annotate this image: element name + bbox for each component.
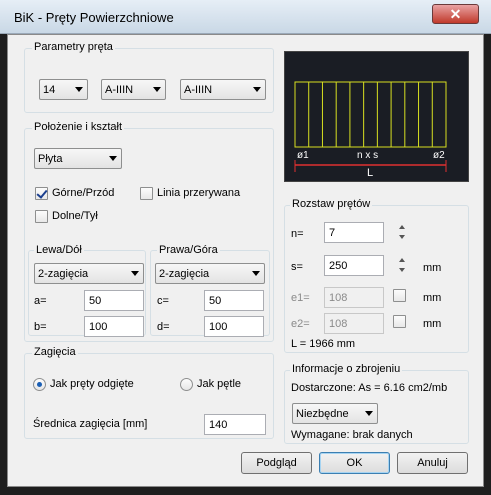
s-input[interactable]: 250 [324,255,384,276]
bend-as-bent-bars-label: Jak pręty odgięte [50,378,134,390]
chevron-down-icon [253,87,261,92]
window-title: BiK - Pręty Powierzchniowe [14,10,174,25]
s-unit: mm [423,262,442,274]
total-length: L = 1966 mm [291,338,356,350]
chevron-down-icon [252,271,260,276]
steel-grade-select-2[interactable]: A-IIIN [180,79,266,100]
e2-checkbox[interactable] [393,315,406,328]
e1-unit: mm [423,292,442,304]
top-front-label: Górne/Przód [52,187,115,199]
bar-params-label: Parametry pręta [32,41,115,53]
length-label: L [367,167,373,179]
steel-grade-value-2: A-IIIN [184,83,213,96]
left-bend-value: 2-zagięcia [38,267,89,280]
n-spinner[interactable] [396,222,408,243]
arrow-down-icon [399,235,405,239]
diameter-value: 14 [43,83,56,96]
bar-preview-drawing: ø1 n x s ø2 L [294,81,447,179]
s-spinner[interactable] [396,255,408,276]
n-label: n= [291,228,304,240]
s-label: s= [291,261,303,273]
chevron-down-icon [365,411,373,416]
ok-button[interactable]: OK [319,452,390,474]
chevron-down-icon [131,271,139,276]
close-button[interactable]: ✕ [432,4,479,24]
e2-label: e2= [291,318,310,330]
arrow-up-icon [399,225,405,229]
chevron-down-icon [75,87,83,92]
spacing-label: Rozstaw prętów [290,198,373,210]
chevron-down-icon [153,87,161,92]
requirement-value: Niezbędne [296,407,349,420]
a-label: a= [34,295,47,307]
shape-value: Płyta [38,152,63,165]
required-area: Wymagane: brak danych [291,429,413,441]
a-input[interactable]: 50 [84,290,144,311]
provided-area: Dostarczone: As = 6.16 cm2/mb [291,382,448,394]
b-input[interactable]: 100 [84,316,144,337]
n-x-s-label: n x s [357,150,378,161]
e1-checkbox[interactable] [393,289,406,302]
preview-button[interactable]: Podgląd [241,452,312,474]
e2-unit: mm [423,318,442,330]
shape-select[interactable]: Płyta [34,148,122,169]
bottom-back-checkbox[interactable] [35,210,48,223]
n-input[interactable]: 7 [324,222,384,243]
dashed-line-label: Linia przerywana [157,187,241,199]
d-input[interactable]: 100 [204,316,264,337]
chevron-down-icon [109,156,117,161]
steel-grade-select-1[interactable]: A-IIIN [101,79,166,100]
bend-as-bent-bars-radio[interactable] [33,378,46,391]
title-bar: BiK - Pręty Powierzchniowe ✕ [0,0,491,34]
e1-label: e1= [291,292,310,304]
diameter-select[interactable]: 14 [39,79,88,100]
right-bend-label: Prawa/Góra [157,244,220,256]
dashed-line-checkbox[interactable] [140,187,153,200]
bend-as-loops-radio[interactable] [180,378,193,391]
diameter2-label: ø2 [433,150,445,161]
reinforcement-info-label: Informacje o zbrojeniu [290,363,403,375]
bar-outline [294,81,447,148]
cancel-button[interactable]: Anuluj [397,452,468,474]
bar-lines [308,82,433,147]
position-label: Położenie i kształt [32,121,125,133]
steel-grade-value-1: A-IIIN [105,83,134,96]
left-bend-label: Lewa/Dół [34,244,84,256]
bend-diameter-label: Średnica zagięcia [mm] [33,418,148,430]
c-input[interactable]: 50 [204,290,264,311]
arrow-down-icon [399,268,405,272]
b-label: b= [34,321,47,333]
d-label: d= [157,321,170,333]
requirement-select[interactable]: Niezbędne [292,403,378,424]
e2-input[interactable]: 108 [324,313,384,334]
right-bend-value: 2-zagięcia [159,267,210,280]
bend-diameter-input[interactable]: 140 [204,414,266,435]
bottom-back-label: Dolne/Tył [52,210,98,222]
top-front-checkbox[interactable] [35,187,48,200]
bends-label: Zagięcia [32,346,78,358]
e1-input[interactable]: 108 [324,287,384,308]
arrow-up-icon [399,258,405,262]
left-bend-select[interactable]: 2-zagięcia [34,263,144,284]
close-icon: ✕ [449,5,462,22]
right-bend-select[interactable]: 2-zagięcia [155,263,265,284]
bend-as-loops-label: Jak pętle [197,378,242,390]
diameter1-label: ø1 [297,150,309,161]
c-label: c= [157,295,169,307]
bar-preview: ø1 n x s ø2 L [284,51,469,182]
